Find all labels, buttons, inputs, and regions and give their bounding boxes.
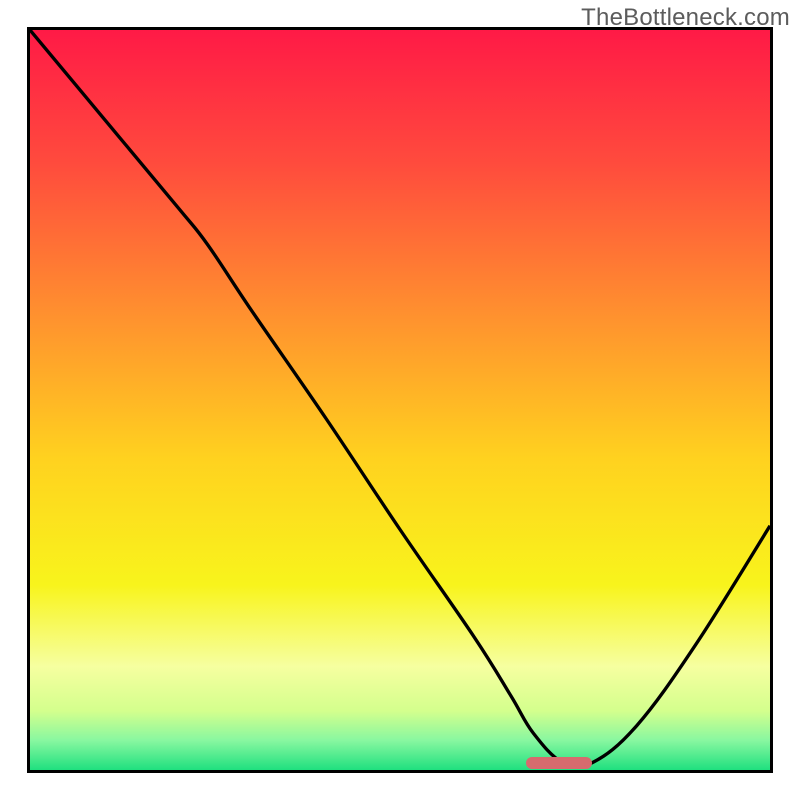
chart-container: TheBottleneck.com	[0, 0, 800, 800]
optimal-range-marker	[526, 757, 593, 769]
plot-area	[27, 27, 773, 773]
bottleneck-curve	[30, 30, 770, 770]
watermark-text: TheBottleneck.com	[581, 4, 790, 32]
